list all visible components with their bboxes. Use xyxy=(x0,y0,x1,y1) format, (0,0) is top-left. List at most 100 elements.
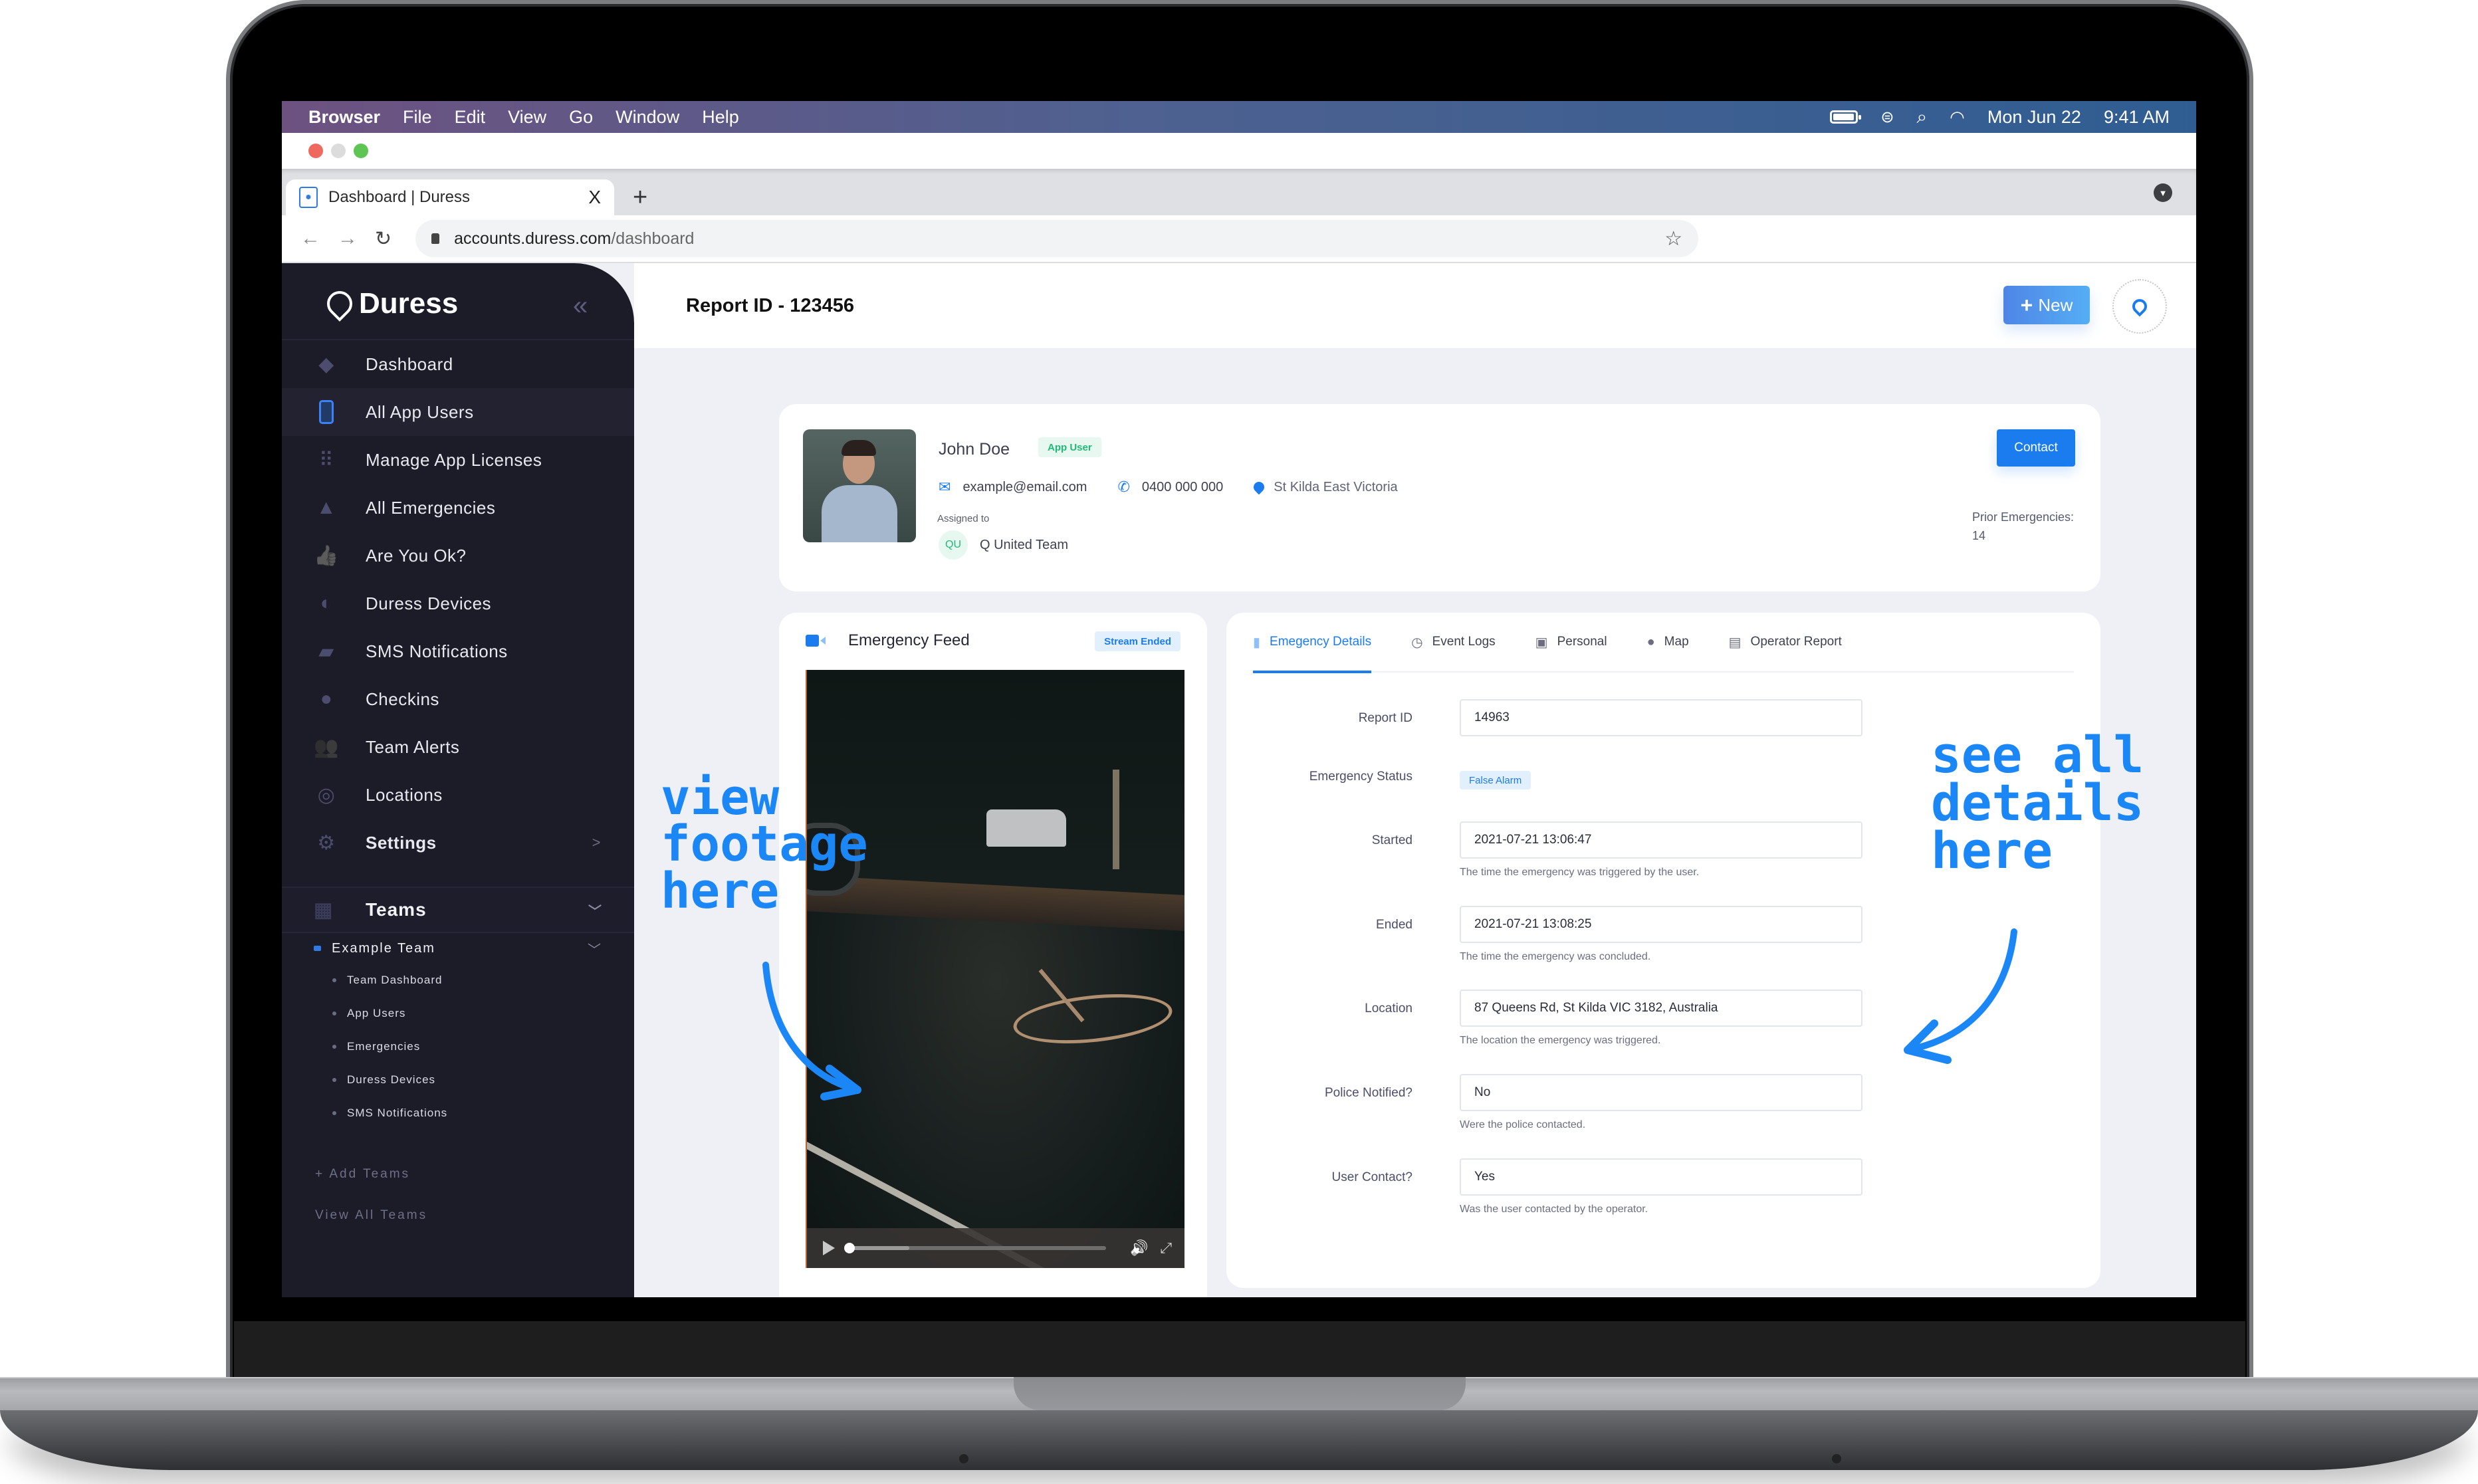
tab-personal[interactable]: ▣ Personal xyxy=(1535,612,1607,672)
sidebar-item-label: SMS Notifications xyxy=(366,641,508,661)
url-input[interactable]: accounts.duress.com/dashboard ☆ xyxy=(415,220,1699,257)
laptop-chin xyxy=(234,1321,2245,1382)
user-contact-input[interactable]: Yes xyxy=(1460,1158,1862,1196)
field-label: Police Notified? xyxy=(1324,1086,1412,1100)
sidebar-item-duress-devices[interactable]: ◐ Duress Devices xyxy=(282,580,634,627)
bullet xyxy=(332,978,336,982)
team-link-label: Team Dashboard xyxy=(347,974,443,986)
annotation-line: see all xyxy=(1931,725,2144,784)
document-icon: ▤ xyxy=(1728,635,1742,650)
laptop-lid-notch xyxy=(1014,1377,1466,1410)
collapse-sidebar-icon[interactable]: « xyxy=(573,291,588,321)
menu-app-name[interactable]: Browser xyxy=(308,107,380,128)
close-window-button[interactable] xyxy=(308,144,323,158)
assigned-team-name: Q United Team xyxy=(980,537,1069,552)
seek-handle[interactable] xyxy=(844,1243,855,1253)
field-label: User Contact? xyxy=(1331,1170,1412,1184)
team-link-duress-devices[interactable]: Duress Devices xyxy=(282,1063,634,1097)
phone-icon xyxy=(314,400,339,424)
tab-search-menu-icon[interactable]: ▼ xyxy=(2154,183,2172,202)
menu-edit[interactable]: Edit xyxy=(455,107,486,128)
view-all-teams-link[interactable]: View All Teams xyxy=(282,1195,634,1236)
sidebar-item-sms-notifications[interactable]: ▰ SMS Notifications xyxy=(282,627,634,675)
team-link-emergencies[interactable]: Emergencies xyxy=(282,1030,634,1063)
teams-section-toggle[interactable]: ▦ Teams ﹀ xyxy=(282,888,634,932)
user-email[interactable]: example@email.com xyxy=(962,480,1087,495)
add-teams-link[interactable]: + Add Teams xyxy=(282,1154,634,1195)
user-phone[interactable]: 0400 000 000 xyxy=(1142,480,1223,495)
window-titlebar xyxy=(282,133,2196,169)
role-badge: App User xyxy=(1038,437,1101,457)
annotation-line: view xyxy=(661,769,780,826)
forward-button[interactable]: → xyxy=(338,227,358,250)
team-link-app-users[interactable]: App Users xyxy=(282,997,634,1030)
field-help: The time the emergency was triggered by … xyxy=(1460,867,1700,878)
team-link-team-dashboard[interactable]: Team Dashboard xyxy=(282,964,634,997)
tab-label: Operator Report xyxy=(1750,635,1842,649)
tab-operator-report[interactable]: ▤ Operator Report xyxy=(1729,612,1842,672)
menu-view[interactable]: View xyxy=(508,107,546,128)
sidebar-item-locations[interactable]: ◎ Locations xyxy=(282,771,634,819)
search-icon[interactable]: ⌕ xyxy=(1916,106,1927,128)
close-tab-icon[interactable]: X xyxy=(588,187,601,208)
assigned-team[interactable]: QU Q United Team xyxy=(939,530,1068,560)
bullet xyxy=(332,1011,336,1015)
minimize-window-button[interactable] xyxy=(331,144,346,158)
browser-tab[interactable]: ● Dashboard | Duress X xyxy=(286,179,614,215)
ended-input[interactable]: 2021-07-21 13:08:25 xyxy=(1460,906,1862,943)
team-link-sms-notifications[interactable]: SMS Notifications xyxy=(282,1097,634,1130)
team-example-team[interactable]: Example Team ﹀ xyxy=(282,933,634,964)
person-card-icon: ▣ xyxy=(1535,635,1548,650)
sidebar-item-team-alerts[interactable]: 👥 Team Alerts xyxy=(282,723,634,771)
laptop-base-bottom xyxy=(0,1410,2478,1470)
video-camera-icon xyxy=(806,635,819,647)
bookmark-star-icon[interactable]: ☆ xyxy=(1664,227,1682,251)
laptop-foot xyxy=(1832,1454,1841,1463)
wifi-icon[interactable]: ◠ xyxy=(1950,107,1965,128)
menu-go[interactable]: Go xyxy=(569,107,593,128)
started-input[interactable]: 2021-07-21 13:06:47 xyxy=(1460,821,1862,859)
fullscreen-icon[interactable]: ⤢ xyxy=(1160,1239,1172,1257)
brand-logo[interactable]: Duress xyxy=(322,286,458,322)
annotation-line: footage xyxy=(661,815,868,873)
video-seek-slider[interactable] xyxy=(844,1243,1106,1253)
video-controls: 🔊 ⤢ xyxy=(807,1228,1184,1268)
police-notified-input[interactable]: No xyxy=(1460,1074,1862,1111)
location-input[interactable]: 87 Queens Rd, St Kilda VIC 3182, Austral… xyxy=(1460,990,1862,1027)
menubar: Browser File Edit View Go Window Help ⊜ … xyxy=(282,101,2196,133)
zoom-window-button[interactable] xyxy=(354,144,368,158)
play-icon[interactable] xyxy=(823,1241,835,1255)
tab-emergency-details[interactable]: ▮ Emegency Details xyxy=(1253,612,1372,673)
menu-help[interactable]: Help xyxy=(702,107,739,128)
sidebar-item-manage-app-licenses[interactable]: ⠿ Manage App Licenses xyxy=(282,436,634,484)
control-center-icon[interactable]: ⊜ xyxy=(1880,108,1894,127)
tab-event-logs[interactable]: ◷ Event Logs xyxy=(1411,612,1496,672)
user-profile-card: John Doe App User ✉ example@email.com ✆ … xyxy=(779,404,2100,591)
team-link-label: App Users xyxy=(347,1007,406,1019)
team-link-label: Duress Devices xyxy=(347,1073,436,1086)
sidebar-item-all-emergencies[interactable]: ▲ All Emergencies xyxy=(282,484,634,532)
sidebar-item-all-app-users[interactable]: All App Users xyxy=(282,388,634,436)
report-id-input[interactable]: 14963 xyxy=(1460,699,1862,736)
page-title: Report ID - 123456 xyxy=(686,294,855,316)
annotation-see-all-details: see all details here xyxy=(1931,725,2144,876)
sidebar-item-dashboard[interactable]: ◆ Dashboard xyxy=(282,340,634,388)
contact-button[interactable]: Contact xyxy=(1997,429,2075,467)
volume-icon[interactable]: 🔊 xyxy=(1130,1239,1148,1257)
annotation-arrow-right-icon xyxy=(1904,928,2017,1064)
sidebar-item-are-you-ok[interactable]: 👍 Are You Ok? xyxy=(282,532,634,580)
menu-file[interactable]: File xyxy=(403,107,432,128)
reload-button[interactable]: ↻ xyxy=(375,227,392,251)
lock-icon xyxy=(431,233,440,244)
sidebar-item-checkins[interactable]: ● Checkins xyxy=(282,675,634,723)
tab-map[interactable]: ● Map xyxy=(1647,612,1689,672)
sidebar-item-settings[interactable]: ⚙ Settings > xyxy=(282,819,634,867)
field-help: The location the emergency was triggered… xyxy=(1460,1035,1661,1046)
duress-favicon-icon: ● xyxy=(299,187,318,208)
battery-icon[interactable] xyxy=(1830,110,1862,124)
new-button[interactable]: + New xyxy=(2003,286,2090,324)
back-button[interactable]: ← xyxy=(300,227,320,250)
menu-window[interactable]: Window xyxy=(616,107,679,128)
account-avatar-button[interactable] xyxy=(2112,279,2167,334)
new-tab-button[interactable]: + xyxy=(633,183,647,212)
